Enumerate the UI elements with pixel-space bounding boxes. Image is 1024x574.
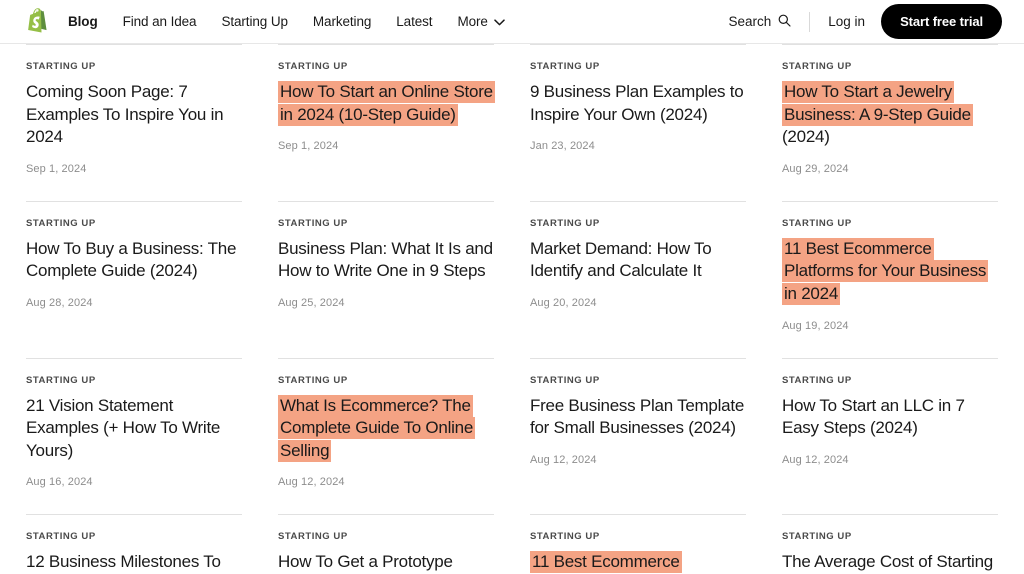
article-title-text: 9 Business Plan Examples to Inspire Your… [530,82,744,124]
article-card[interactable]: STARTING UP Free Business Plan Template f… [530,357,746,515]
header-actions: Search Log in Start free trial [728,4,1002,39]
article-card[interactable]: STARTING UP 11 Best Ecommerce Software fo… [530,514,746,574]
article-grid: STARTING UP Coming Soon Page: 7 Examples … [26,44,998,574]
article-title[interactable]: 21 Vision Statement Examples (+ How To W… [26,395,242,463]
article-title-tail: (2024) [782,127,830,147]
article-title-text: How To Get a Prototype Made & Protect Yo… [278,552,453,572]
article-date: Aug 29, 2024 [782,162,849,175]
nav-item-find-an-idea[interactable]: Find an Idea [123,14,197,29]
nav-item-starting-up[interactable]: Starting Up [221,14,288,29]
article-kicker: STARTING UP [530,217,600,229]
article-title-highlight: 11 Best Ecommerce Software for Your Busi… [530,551,732,574]
article-date: Aug 19, 2024 [782,319,849,332]
article-card[interactable]: STARTING UP How To Start an Online Store … [278,44,495,201]
article-card[interactable]: STARTING UP Market Demand: How To Identif… [530,200,746,358]
article-card[interactable]: STARTING UP 9 Business Plan Examples to I… [530,44,746,201]
nav-item-marketing[interactable]: Marketing [313,14,371,29]
article-card[interactable]: STARTING UP Business Plan: What It Is and… [278,200,494,358]
article-date: Aug 12, 2024 [782,453,849,466]
article-kicker: STARTING UP [278,61,348,72]
article-title-text: Coming Soon Page: 7 Examples To Inspire … [26,82,224,147]
article-date: Aug 28, 2024 [26,297,93,310]
article-title[interactable]: The Average Cost of Starting a Business … [782,551,998,574]
article-kicker: STARTING UP [782,531,852,543]
article-kicker: STARTING UP [26,217,96,229]
article-kicker: STARTING UP [278,217,348,229]
article-title-text: 21 Vision Statement Examples (+ How To W… [26,395,221,460]
nav-item-latest[interactable]: Latest [396,14,432,29]
search-button[interactable]: Search [728,14,809,30]
article-title[interactable]: How To Get a Prototype Made & Protect Yo… [278,551,494,574]
article-kicker: STARTING UP [278,374,348,386]
site-header: Blog Find an Idea Starting Up Marketing … [0,0,1024,44]
article-kicker: STARTING UP [26,61,96,72]
article-grid-container: STARTING UP Coming Soon Page: 7 Examples … [0,44,1024,574]
article-card[interactable]: STARTING UP What Is Ecommerce? The Comple… [278,357,494,515]
article-card[interactable]: STARTING UP 12 Business Milestones To Hit… [26,514,242,574]
start-free-trial-button[interactable]: Start free trial [881,4,1002,39]
article-title[interactable]: How To Start an LLC in 7 Easy Steps (202… [782,395,998,440]
nav-item-more[interactable]: More [457,13,505,31]
article-title[interactable]: How To Start an Online Store in 2024 (10… [278,81,495,126]
article-title-text: Market Demand: How To Identify and Calcu… [530,238,712,281]
article-title-highlight: What Is Ecommerce? The Complete Guide To… [278,394,476,462]
article-title[interactable]: 11 Best Ecommerce Software for Your Busi… [530,551,746,574]
article-title[interactable]: How To Start a Jewelry Business: A 9-Ste… [782,81,998,149]
login-link[interactable]: Log in [828,14,881,29]
article-kicker: STARTING UP [530,374,600,386]
nav-more-label: More [457,14,488,29]
article-date: Sep 1, 2024 [278,140,339,153]
article-title-highlight: 11 Best Ecommerce Platforms for Your Bus… [782,237,989,306]
article-title-text: Business Plan: What It Is and How to Wri… [278,238,493,281]
shopify-bag-logo[interactable] [26,7,52,37]
article-kicker: STARTING UP [26,374,96,386]
search-button-label: Search [728,14,772,29]
article-title[interactable]: What Is Ecommerce? The Complete Guide To… [278,394,494,463]
chevron-down-icon [494,13,505,31]
article-date: Aug 25, 2024 [278,297,345,310]
main-nav: Blog Find an Idea Starting Up Marketing … [68,13,505,31]
article-card[interactable]: STARTING UP 11 Best Ecommerce Platforms f… [782,200,998,358]
article-card[interactable]: STARTING UP Coming Soon Page: 7 Examples … [26,44,242,201]
article-date: Aug 16, 2024 [26,476,93,489]
article-date: Jan 23, 2024 [530,140,595,153]
article-kicker: STARTING UP [278,531,348,543]
article-title[interactable]: 12 Business Milestones To Hit in Your Fi… [26,551,242,574]
article-date: Sep 1, 2024 [26,162,87,175]
article-kicker: STARTING UP [782,217,852,229]
article-title-highlight: How To Start a Jewelry Business: A 9-Ste… [782,81,973,126]
article-kicker: STARTING UP [782,374,852,386]
article-kicker: STARTING UP [530,61,600,72]
article-card[interactable]: STARTING UP 21 Vision Statement Examples … [26,357,242,515]
article-date: Aug 12, 2024 [278,476,345,489]
article-title[interactable]: 11 Best Ecommerce Platforms for Your Bus… [782,237,998,306]
article-kicker: STARTING UP [782,61,852,72]
article-title[interactable]: How To Buy a Business: The Complete Guid… [26,238,242,283]
article-title-text: How To Start an LLC in 7 Easy Steps (202… [782,395,965,438]
article-card[interactable]: STARTING UP The Average Cost of Starting … [782,514,998,574]
article-title-text: The Average Cost of Starting a Business … [782,552,993,572]
header-divider [809,11,811,32]
nav-item-blog[interactable]: Blog [68,14,98,29]
article-title[interactable]: Free Business Plan Template for Small Bu… [530,395,746,440]
article-title-text: How To Buy a Business: The Complete Guid… [26,238,237,281]
article-title-text: Free Business Plan Template for Small Bu… [530,395,745,438]
article-title-highlight: How To Start an Online Store in 2024 (10… [278,81,495,126]
article-title-text: 12 Business Milestones To Hit in Your Fi… [26,552,221,572]
article-date: Aug 20, 2024 [530,297,597,310]
article-date: Aug 12, 2024 [530,453,597,466]
article-title[interactable]: 9 Business Plan Examples to Inspire Your… [530,81,746,126]
article-card[interactable]: STARTING UP How To Start a Jewelry Busine… [782,44,998,201]
article-card[interactable]: STARTING UP How To Start an LLC in 7 Easy… [782,357,998,515]
search-icon [778,14,791,30]
article-title[interactable]: Business Plan: What It Is and How to Wri… [278,238,494,283]
article-title[interactable]: Coming Soon Page: 7 Examples To Inspire … [26,81,242,149]
article-card[interactable]: STARTING UP How To Buy a Business: The Co… [26,200,242,358]
article-kicker: STARTING UP [530,531,600,543]
article-title[interactable]: Market Demand: How To Identify and Calcu… [530,238,746,283]
article-kicker: STARTING UP [26,531,96,543]
article-card[interactable]: STARTING UP How To Get a Prototype Made &… [278,514,494,574]
